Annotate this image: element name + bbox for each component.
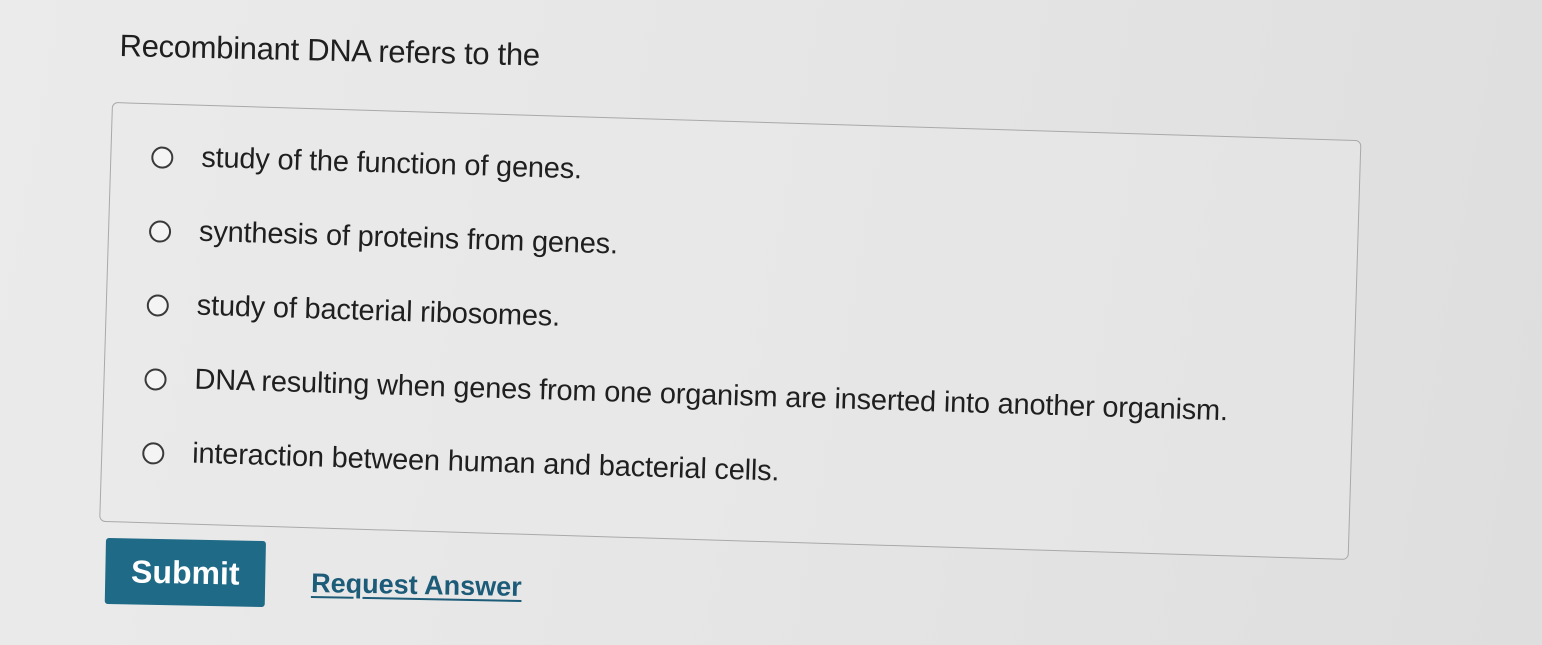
option-synthesis-of-proteins[interactable]: synthesis of proteins from genes. xyxy=(148,214,619,261)
option-label: synthesis of proteins from genes. xyxy=(198,215,619,261)
option-label: interaction between human and bacterial … xyxy=(191,437,780,488)
actions-bar: Submit Request Answer xyxy=(104,538,523,612)
option-label: study of the function of genes. xyxy=(200,141,583,186)
radio-button-icon[interactable] xyxy=(151,145,174,169)
submit-button[interactable]: Submit xyxy=(104,538,266,608)
option-study-of-function[interactable]: study of the function of genes. xyxy=(151,140,583,186)
radio-button-icon[interactable] xyxy=(146,293,170,317)
request-answer-link[interactable]: Request Answer xyxy=(311,567,522,602)
question-text: Recombinant DNA refers to the xyxy=(119,28,541,73)
radio-button-icon[interactable] xyxy=(148,219,172,243)
option-label: study of bacterial ribosomes. xyxy=(196,289,561,333)
option-bacterial-ribosomes[interactable]: study of bacterial ribosomes. xyxy=(146,288,560,334)
radio-button-icon[interactable] xyxy=(144,367,167,391)
option-dna-inserted[interactable]: DNA resulting when genes from one organi… xyxy=(144,362,1228,428)
answer-options-group: study of the function of genes. synthesi… xyxy=(99,102,1362,560)
option-human-bacterial-interaction[interactable]: interaction between human and bacterial … xyxy=(141,436,780,488)
option-label: DNA resulting when genes from one organi… xyxy=(194,363,1229,428)
radio-button-icon[interactable] xyxy=(141,441,165,465)
